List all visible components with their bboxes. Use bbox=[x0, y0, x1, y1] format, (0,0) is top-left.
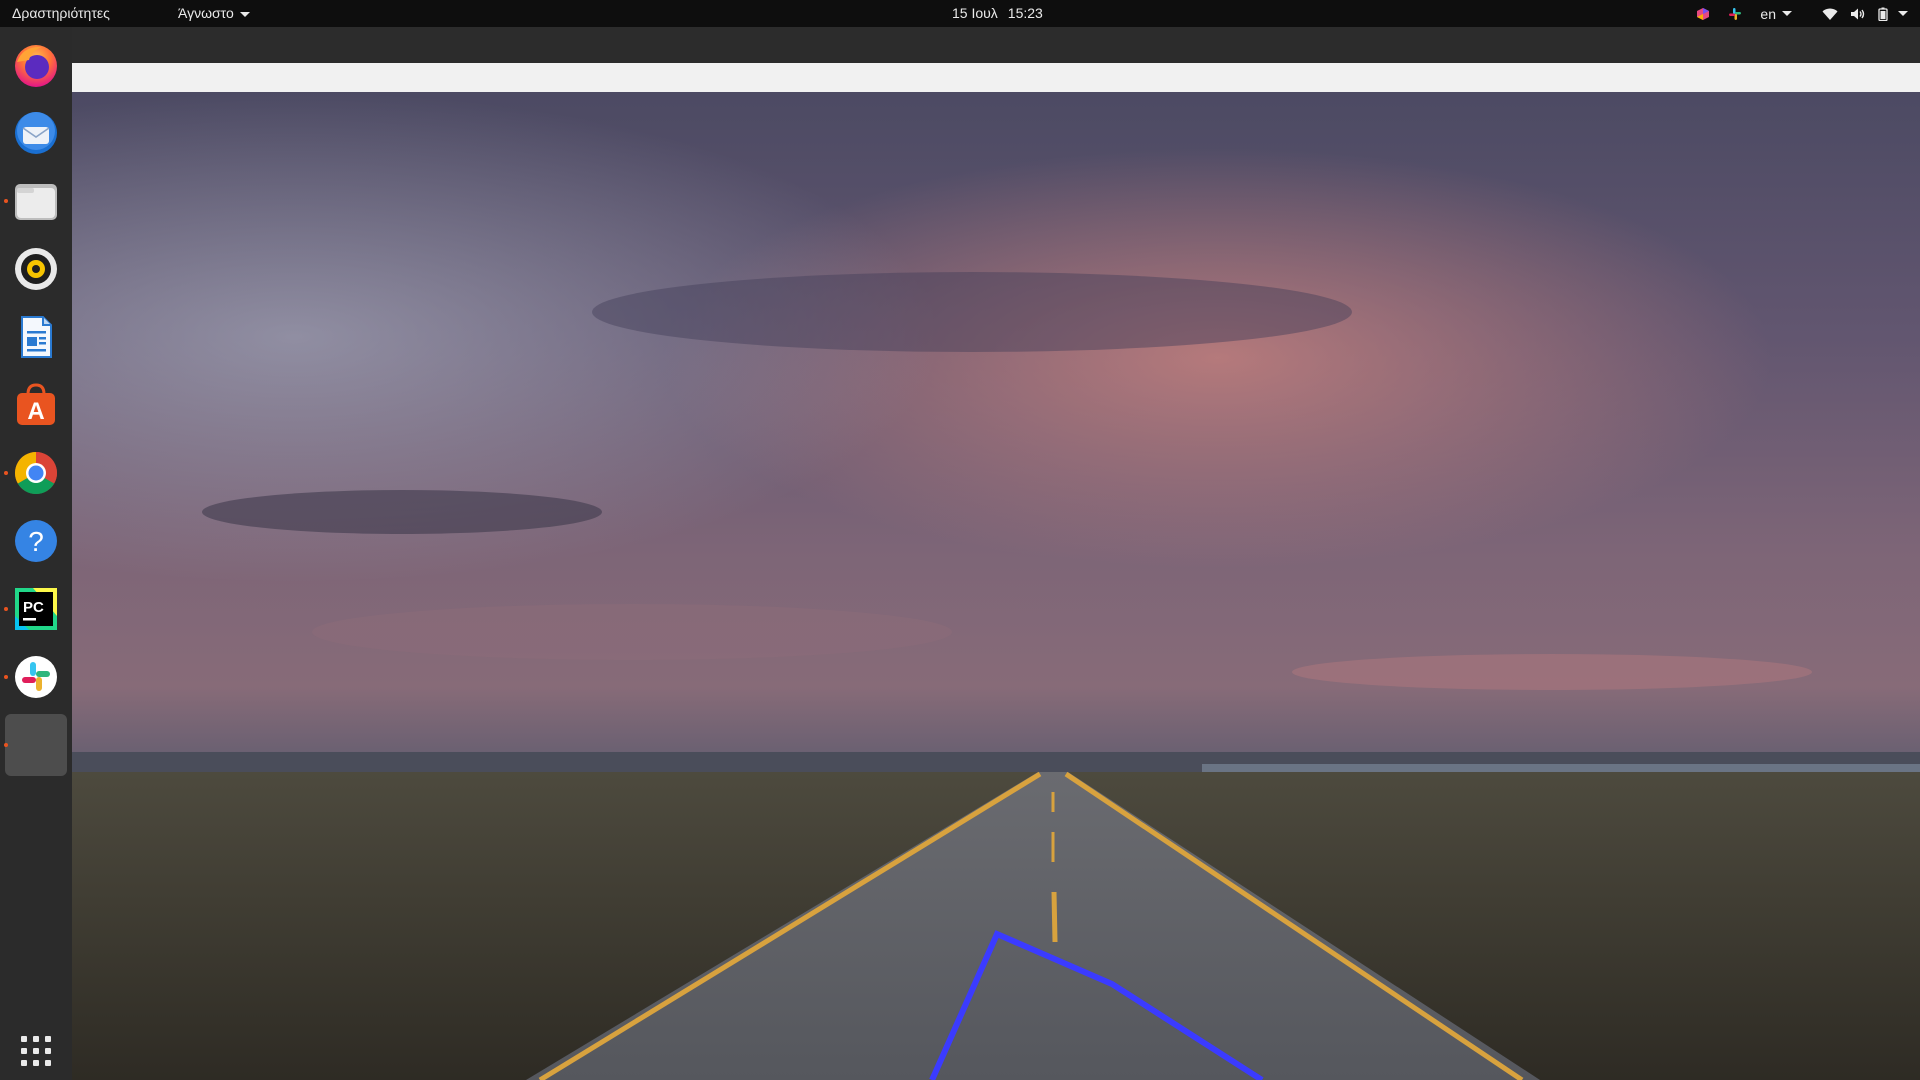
firefox-icon bbox=[15, 45, 57, 87]
dock-item-firefox[interactable] bbox=[5, 34, 67, 96]
road-landscape-image bbox=[72, 92, 1920, 1080]
software-glyph: A bbox=[27, 398, 44, 425]
running-indicator bbox=[4, 471, 8, 475]
dock-item-software[interactable]: A bbox=[5, 374, 67, 436]
clock-date: 15 Ιουλ bbox=[952, 5, 998, 21]
dock-item-rhythmbox[interactable] bbox=[5, 238, 67, 300]
app-menu-label: Άγνωστο bbox=[178, 5, 234, 21]
help-glyph: ? bbox=[28, 526, 44, 557]
thunderbird-icon bbox=[15, 112, 57, 154]
top-bar: Δραστηριότητες Άγνωστο 15 Ιουλ 15:23 en bbox=[0, 0, 1920, 27]
system-tray: en bbox=[1678, 0, 1908, 27]
dock-item-thunderbird[interactable] bbox=[5, 102, 67, 164]
pycharm-icon: PC bbox=[15, 588, 57, 630]
dock: A ? PC bbox=[0, 27, 72, 1080]
speaker-icon bbox=[15, 248, 57, 290]
activities-button[interactable]: Δραστηριότητες bbox=[12, 5, 110, 21]
running-indicator bbox=[4, 675, 8, 679]
language-selector[interactable]: en bbox=[1760, 6, 1792, 22]
app-menu[interactable]: Άγνωστο bbox=[178, 5, 250, 21]
dock-item-pycharm[interactable]: PC bbox=[4, 578, 67, 640]
running-indicator bbox=[4, 607, 8, 611]
chevron-down-icon bbox=[1898, 11, 1908, 16]
tray-app-icon[interactable] bbox=[1696, 7, 1710, 21]
shopping-bag-icon: A bbox=[17, 383, 55, 425]
desktop-wallpaper bbox=[72, 92, 1920, 1080]
show-applications-button[interactable] bbox=[15, 1030, 57, 1072]
wifi-icon bbox=[1822, 8, 1838, 20]
chevron-down-icon bbox=[1782, 11, 1792, 16]
dock-item-writer[interactable] bbox=[5, 306, 67, 368]
dock-item-chrome[interactable] bbox=[4, 442, 67, 504]
slack-tray-icon[interactable] bbox=[1728, 7, 1742, 21]
volume-icon bbox=[1851, 8, 1865, 19]
colorful-hex-icon bbox=[1697, 7, 1710, 20]
clock-time: 15:23 bbox=[1007, 5, 1043, 21]
language-label: en bbox=[1760, 5, 1776, 22]
document-icon bbox=[21, 316, 52, 358]
dock-item-unknown-app[interactable] bbox=[4, 714, 67, 776]
battery-icon bbox=[1878, 7, 1888, 21]
dock-item-help[interactable]: ? bbox=[5, 510, 67, 572]
app-grid-icon bbox=[21, 1036, 51, 1066]
dock-item-slack[interactable] bbox=[4, 646, 67, 708]
running-indicator bbox=[4, 743, 8, 747]
slack-icon bbox=[15, 656, 57, 698]
slack-icon bbox=[1729, 7, 1742, 20]
status-menu[interactable] bbox=[1822, 7, 1908, 21]
clock[interactable]: 15 Ιουλ 15:23 bbox=[952, 5, 1043, 21]
folder-icon bbox=[15, 184, 57, 220]
window-toolbar-strip bbox=[72, 63, 1920, 92]
pycharm-label: PC bbox=[23, 599, 44, 616]
window-header-bar[interactable] bbox=[72, 27, 1920, 63]
running-indicator bbox=[4, 199, 8, 203]
chrome-icon bbox=[14, 452, 58, 495]
dock-item-files[interactable] bbox=[4, 170, 67, 232]
help-icon: ? bbox=[15, 520, 57, 562]
chevron-down-icon bbox=[239, 11, 250, 17]
